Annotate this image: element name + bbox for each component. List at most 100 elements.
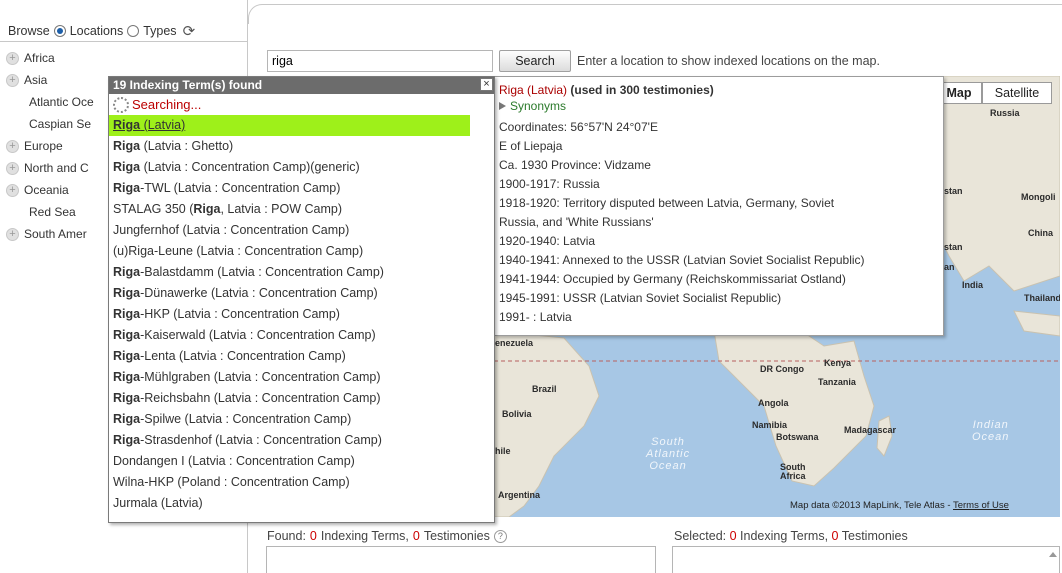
tree-item-label: Red Sea <box>29 205 76 219</box>
tree-item-label: Asia <box>24 73 48 87</box>
autocomplete-item-rest: -Strasdenhof (Latvia : Concentration Cam… <box>140 433 382 447</box>
refresh-icon[interactable]: ⟳ <box>183 22 196 40</box>
tree-item[interactable]: Atlantic Oce <box>6 91 94 113</box>
autocomplete-item[interactable]: Riga-Mühlgraben (Latvia : Concentration … <box>109 367 494 388</box>
map-ocean-south-atlantic: South Atlantic Ocean <box>646 436 691 472</box>
types-label[interactable]: Types <box>143 24 176 38</box>
synonyms-toggle[interactable]: Synonyms <box>499 99 939 113</box>
autocomplete-item[interactable]: Riga-TWL (Latvia : Concentration Camp) <box>109 178 494 199</box>
autocomplete-item[interactable]: Riga-Strasdenhof (Latvia : Concentration… <box>109 430 494 451</box>
expand-plus-icon[interactable]: + <box>6 139 19 153</box>
types-radio[interactable] <box>127 25 140 37</box>
tree-item-label: Europe <box>24 139 63 153</box>
autocomplete-item-bold: Riga <box>113 265 141 279</box>
map-label-angola: Angola <box>758 398 789 408</box>
autocomplete-item[interactable]: Riga-Dünawerke (Latvia : Concentration C… <box>109 283 494 304</box>
tree-item[interactable]: + Asia <box>6 69 94 91</box>
autocomplete-item-bold: Riga <box>113 286 141 300</box>
map-label-south-africa: South Africa <box>780 462 806 481</box>
map-label-india: India <box>962 280 984 290</box>
terms-of-use-link[interactable]: Terms of Use <box>953 500 1009 511</box>
location-search-input[interactable] <box>267 50 493 72</box>
autocomplete-item[interactable]: (u)Riga-Leune (Latvia : Concentration Ca… <box>109 241 494 262</box>
details-line: E of Liepaja <box>499 139 563 153</box>
expand-plus-icon[interactable]: + <box>6 73 19 87</box>
autocomplete-item-bold: Riga <box>113 370 141 384</box>
autocomplete-item-bold: Riga <box>113 328 141 342</box>
map-type-satellite-button[interactable]: Satellite <box>982 82 1052 104</box>
details-line: 1991- : Latvia <box>499 310 572 324</box>
tree-item-label: South Amer <box>24 227 87 241</box>
autocomplete-item[interactable]: Riga-Kaiserwald (Latvia : Concentration … <box>109 325 494 346</box>
autocomplete-item[interactable]: Riga-Lenta (Latvia : Concentration Camp) <box>109 346 494 367</box>
tree-item-label: North and C <box>24 161 89 175</box>
locations-label[interactable]: Locations <box>70 24 124 38</box>
autocomplete-item[interactable]: Riga (Latvia : Concentration Camp)(gener… <box>109 157 494 178</box>
autocomplete-item[interactable]: Riga-Reichsbahn (Latvia : Concentration … <box>109 388 494 409</box>
autocomplete-item[interactable]: Riga (Latvia) <box>109 115 470 136</box>
autocomplete-item-rest: -Spilwe (Latvia : Concentration Camp) <box>140 412 352 426</box>
autocomplete-item-rest: , Latvia : POW Camp) <box>220 202 343 216</box>
autocomplete-item-bold: Riga <box>193 202 221 216</box>
search-button[interactable]: Search <box>499 50 571 72</box>
autocomplete-item[interactable]: Wilna-HKP (Poland : Concentration Camp) <box>109 472 494 493</box>
expand-triangle-icon <box>499 102 506 110</box>
tree-item[interactable]: Caspian Se <box>6 113 94 135</box>
autocomplete-item[interactable]: Jurmala (Latvia) <box>109 493 494 514</box>
details-line: 1900-1917: Russia <box>499 177 600 191</box>
details-line: 1940-1941: Annexed to the USSR (Latvian … <box>499 253 865 267</box>
tree-item[interactable]: + North and C <box>6 157 94 179</box>
autocomplete-item-rest: -Balastdamm (Latvia : Concentration Camp… <box>140 265 384 279</box>
autocomplete-item[interactable]: Riga-HKP (Latvia : Concentration Camp) <box>109 304 494 325</box>
tree-item-label: Caspian Se <box>29 117 92 131</box>
autocomplete-item[interactable]: Riga (Latvia : Ghetto) <box>109 136 494 157</box>
browse-label: Browse <box>8 24 50 38</box>
autocomplete-item[interactable]: STALAG 350 (Riga, Latvia : POW Camp) <box>109 199 494 220</box>
autocomplete-item-bold: Riga <box>113 412 141 426</box>
expand-plus-icon[interactable]: + <box>6 227 19 241</box>
browse-bar: Browse Locations Types ⟳ <box>8 22 195 40</box>
scroll-up-icon[interactable] <box>1049 552 1057 557</box>
autocomplete-item-rest: -Kaiserwald (Latvia : Concentration Camp… <box>140 328 376 342</box>
map-label-kenya: Kenya <box>824 358 852 368</box>
autocomplete-item-rest: -Reichsbahn (Latvia : Concentration Camp… <box>140 391 381 405</box>
map-label-argentina: Argentina <box>498 490 541 500</box>
tree-item[interactable]: Red Sea <box>6 201 94 223</box>
autocomplete-item[interactable]: Riga-Spilwe (Latvia : Concentration Camp… <box>109 409 494 430</box>
details-line: Russia, and 'White Russians' <box>499 215 654 229</box>
expand-plus-icon[interactable]: + <box>6 183 19 197</box>
autocomplete-item[interactable]: Jungfernhof (Latvia : Concentration Camp… <box>109 220 494 241</box>
autocomplete-item[interactable]: Riga-Balastdamm (Latvia : Concentration … <box>109 262 494 283</box>
map-label-dr-congo: DR Congo <box>760 364 804 374</box>
tree-item-label: Oceania <box>24 183 69 197</box>
autocomplete-item-pre: Jurmala (Latvia) <box>113 496 203 510</box>
expand-plus-icon[interactable]: + <box>6 161 19 175</box>
map-label-stan-1: stan <box>944 186 963 196</box>
details-line: 1920-1940: Latvia <box>499 234 596 248</box>
map-label-madagascar: Madagascar <box>844 425 897 435</box>
autocomplete-item-rest: -HKP (Latvia : Concentration Camp) <box>140 307 340 321</box>
map-label-an: an <box>944 262 955 272</box>
search-hint: Enter a location to show indexed locatio… <box>577 54 880 68</box>
tree-item[interactable]: + Africa <box>6 47 94 69</box>
expand-plus-icon[interactable]: + <box>6 51 19 65</box>
autocomplete-item-rest: (Latvia : Concentration Camp)(generic) <box>140 160 360 174</box>
close-icon[interactable]: × <box>480 78 493 91</box>
autocomplete-item-bold: Riga <box>113 118 141 132</box>
location-details-popup: Riga (Latvia) (used in 300 testimonies) … <box>494 76 944 336</box>
found-results-box[interactable] <box>266 546 656 573</box>
map-label-namibia: Namibia <box>752 420 788 430</box>
autocomplete-item-bold: Riga <box>113 139 141 153</box>
tree-item[interactable]: + Oceania <box>6 179 94 201</box>
tree-item[interactable]: + Europe <box>6 135 94 157</box>
tree-item[interactable]: + South Amer <box>6 223 94 245</box>
map-label-china: China <box>1028 228 1054 238</box>
details-line: 1918-1920: Territory disputed between La… <box>499 196 835 210</box>
autocomplete-dropdown: 19 Indexing Term(s) found × Searching...… <box>108 76 495 523</box>
autocomplete-item[interactable]: Dondangen I (Latvia : Concentration Camp… <box>109 451 494 472</box>
selected-results-box[interactable] <box>672 546 1060 573</box>
map-ocean-indian: Indian Ocean <box>972 419 1010 443</box>
locations-radio[interactable] <box>53 25 66 37</box>
help-icon[interactable]: ? <box>493 529 507 543</box>
autocomplete-item-bold: Riga <box>113 433 141 447</box>
